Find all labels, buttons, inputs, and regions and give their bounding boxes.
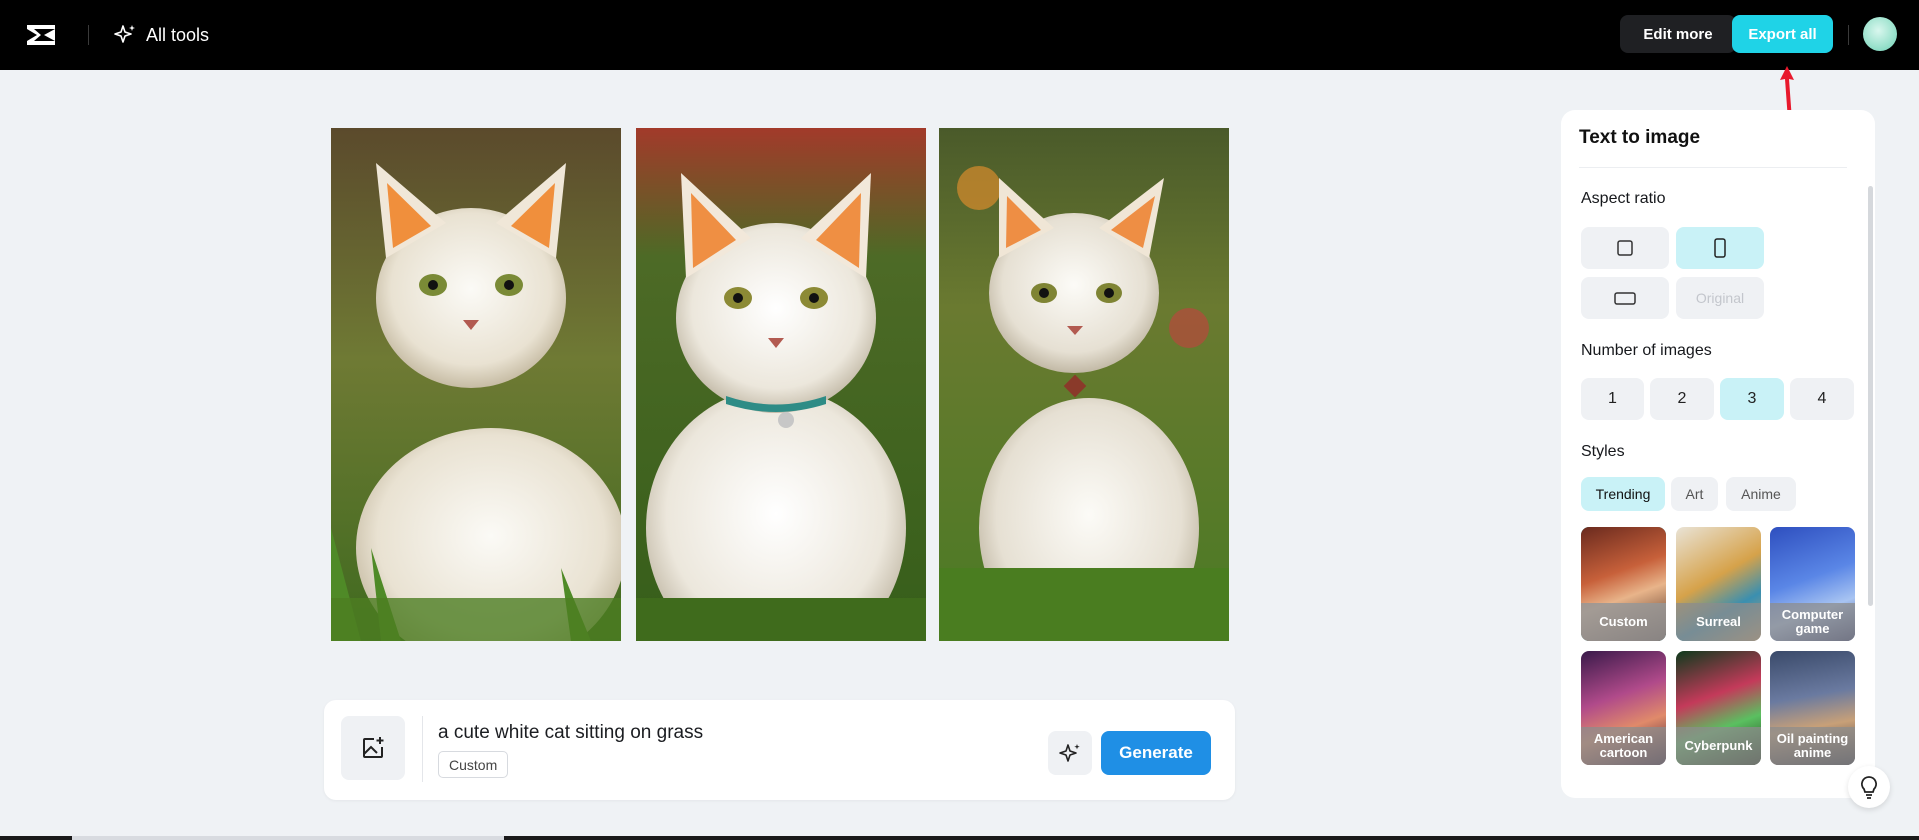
header-divider [88,25,89,45]
style-card-label: Oil painting anime [1770,727,1855,765]
style-card-label: Cyberpunk [1676,727,1761,765]
bottom-progress-segment [72,836,504,840]
aspect-portrait-option[interactable] [1676,227,1764,269]
square-ratio-icon [1617,240,1633,256]
bottom-progress-strip [0,836,1919,840]
prompt-bar: a cute white cat sitting on grass Custom… [324,700,1235,800]
aspect-ratio-label: Aspect ratio [1581,190,1666,207]
prompt-divider [422,716,423,782]
style-card-computer-game[interactable]: Computer game [1770,527,1855,641]
aspect-original-option: Original [1676,277,1764,319]
enhance-prompt-button[interactable] [1048,731,1092,775]
generated-image-3[interactable] [939,128,1229,641]
count-option-2[interactable]: 2 [1650,378,1714,420]
edit-more-button[interactable]: Edit more [1620,15,1736,53]
add-reference-image-button[interactable] [341,716,405,780]
lightbulb-icon [1861,776,1877,799]
text-to-image-panel: Text to image Aspect ratio Original Numb… [1561,110,1875,798]
count-option-4[interactable]: 4 [1790,378,1854,420]
tab-trending[interactable]: Trending [1581,477,1665,511]
selected-style-chip[interactable]: Custom [438,751,509,778]
style-card-american-cartoon[interactable]: American cartoon [1581,651,1666,765]
prompt-input[interactable]: a cute white cat sitting on grass [438,722,703,744]
tab-art[interactable]: Art [1671,477,1718,511]
tab-anime[interactable]: Anime [1726,477,1796,511]
count-option-3[interactable]: 3 [1720,378,1784,420]
aspect-landscape-option[interactable] [1581,277,1669,319]
capcut-logo-icon[interactable] [24,19,58,51]
style-card-surreal[interactable]: Surreal [1676,527,1761,641]
portrait-ratio-icon [1714,238,1726,258]
style-card-oil-painting-anime[interactable]: Oil painting anime [1770,651,1855,765]
style-card-label: Custom [1581,603,1666,641]
generate-button[interactable]: Generate [1101,731,1211,775]
panel-divider [1579,167,1847,168]
top-bar: All tools Edit more Export all [0,0,1919,70]
all-tools-button[interactable]: All tools [113,20,209,50]
count-option-1[interactable]: 1 [1581,378,1644,420]
all-tools-label: All tools [146,24,210,45]
style-card-cyberpunk[interactable]: Cyberpunk [1676,651,1761,765]
avatar[interactable] [1863,17,1897,51]
generated-image-2[interactable] [636,128,926,641]
style-card-label: Surreal [1676,603,1761,641]
sparkle-icon [114,25,135,43]
export-all-button[interactable]: Export all [1732,15,1833,53]
style-card-label: American cartoon [1581,727,1666,765]
landscape-ratio-icon [1614,292,1636,305]
magic-sparkle-icon [1059,744,1080,762]
panel-scrollbar[interactable] [1868,186,1873,606]
aspect-square-option[interactable] [1581,227,1669,269]
tips-button[interactable] [1848,766,1890,808]
header-divider-right [1848,25,1849,45]
style-card-label: Computer game [1770,603,1855,641]
styles-label: Styles [1581,443,1625,460]
generated-image-1[interactable] [331,128,621,641]
style-card-custom[interactable]: Custom [1581,527,1666,641]
panel-title: Text to image [1579,127,1701,148]
image-add-icon [363,737,384,758]
number-of-images-label: Number of images [1581,342,1712,359]
